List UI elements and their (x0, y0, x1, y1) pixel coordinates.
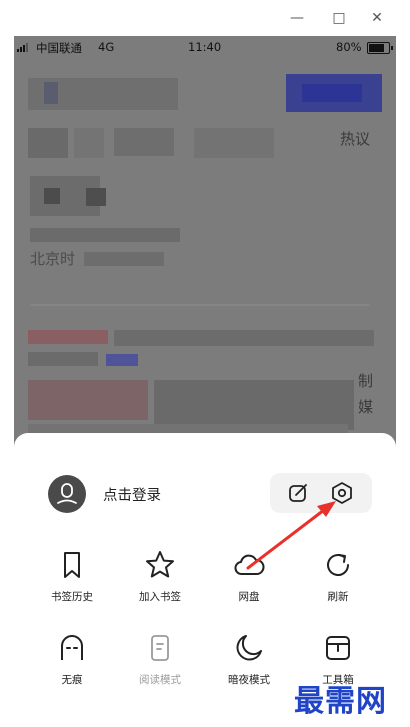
annotation-arrow-shaft (246, 508, 326, 570)
watermark-text: 最需网 (294, 684, 387, 719)
annotation-arrow-overlay (246, 501, 336, 570)
